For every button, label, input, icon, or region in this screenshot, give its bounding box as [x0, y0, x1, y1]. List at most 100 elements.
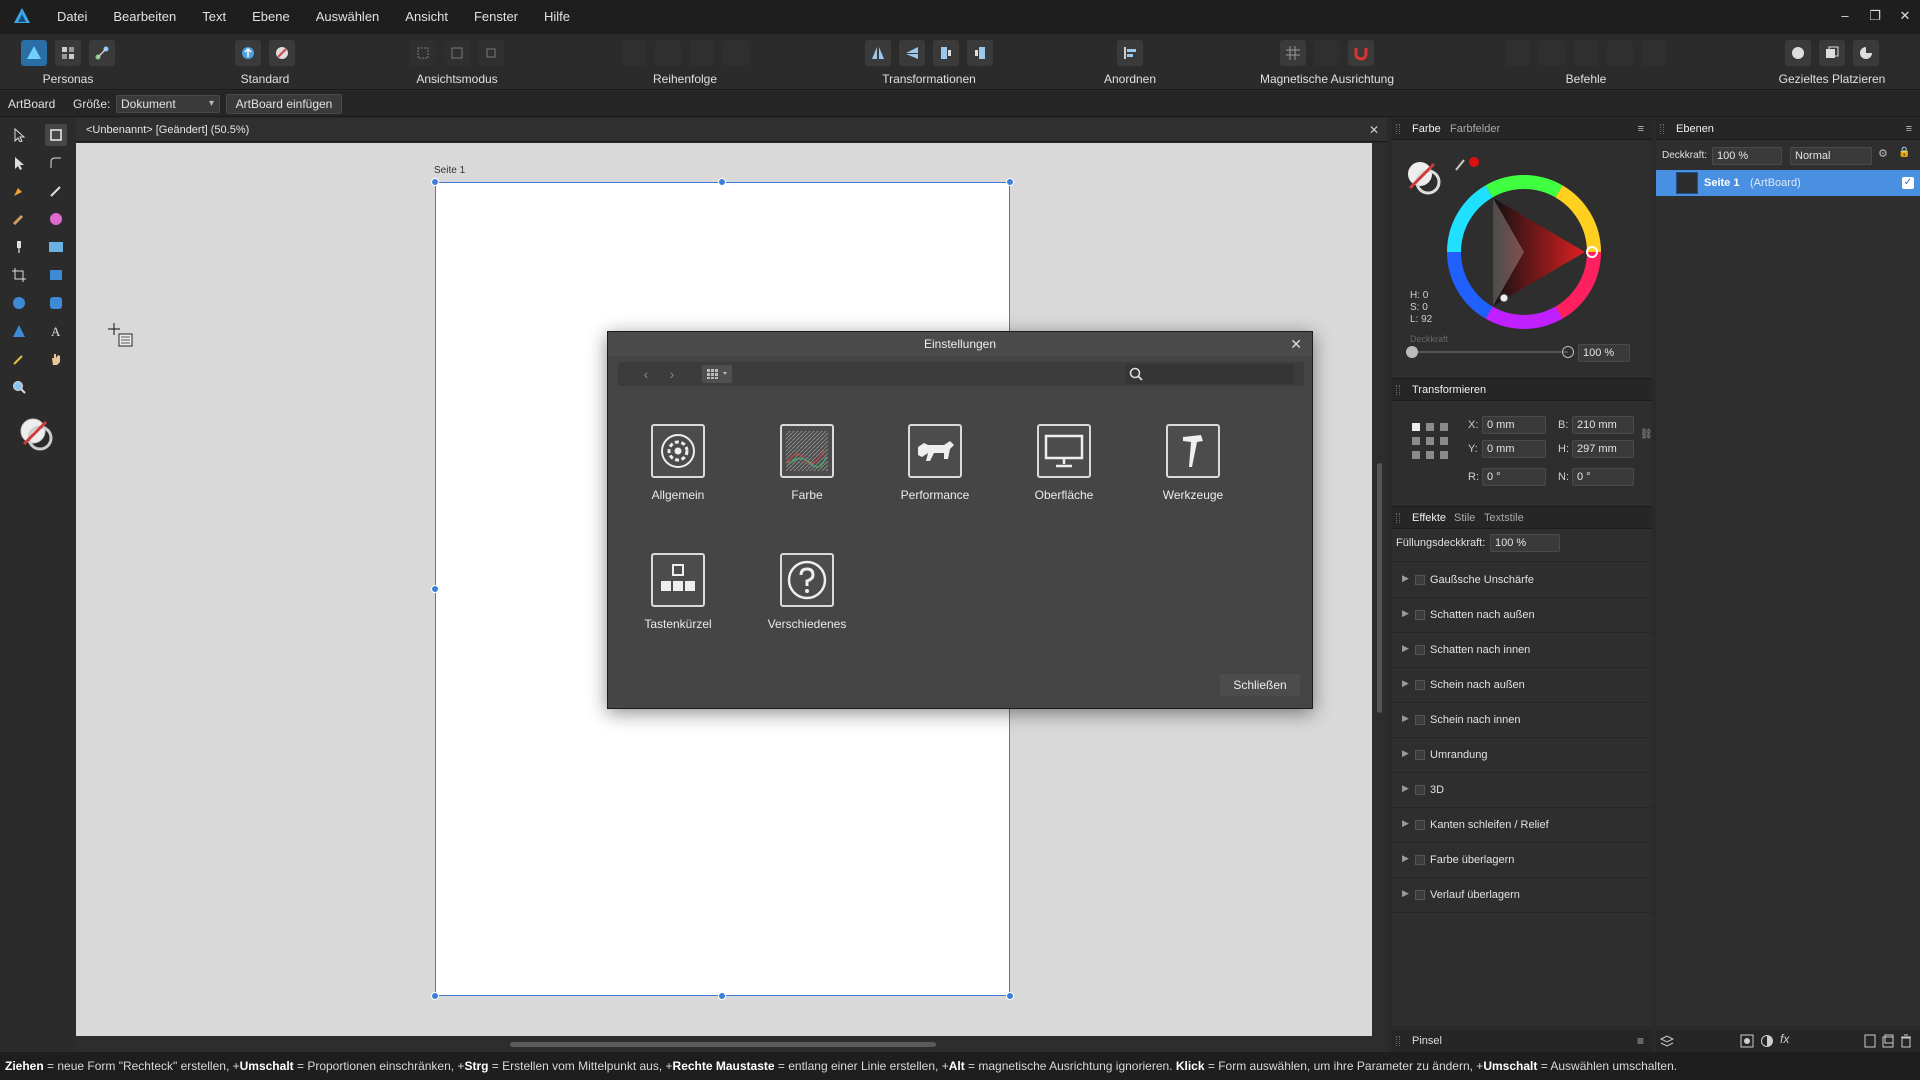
pref-verschiedenes[interactable]: Verschiedenes	[757, 553, 857, 631]
dialog-close-icon[interactable]: ✕	[1290, 332, 1302, 356]
tab-farbe[interactable]: Farbe	[1412, 118, 1441, 140]
selection-handle[interactable]	[431, 178, 439, 186]
selection-handle[interactable]	[431, 992, 439, 1000]
paint-brush-tool-icon[interactable]	[8, 236, 30, 258]
menu-hilfe[interactable]: Hilfe	[544, 0, 570, 34]
panel-menu-icon[interactable]: ≡	[1638, 118, 1644, 140]
rotate-left-icon[interactable]	[933, 40, 959, 66]
tab-stile[interactable]: Stile	[1454, 507, 1475, 529]
hand-tool-icon[interactable]	[45, 348, 67, 370]
dialog-close-button[interactable]: Schließen	[1220, 674, 1300, 696]
selection-handle[interactable]	[1006, 992, 1014, 1000]
menu-text[interactable]: Text	[202, 0, 226, 34]
rotation-field[interactable]: 0 °	[1482, 468, 1546, 486]
align-icon[interactable]	[1117, 40, 1143, 66]
h-field[interactable]: 297 mm	[1572, 440, 1634, 458]
rounded-rectangle-tool-icon[interactable]	[45, 292, 67, 314]
move-tool-icon[interactable]	[8, 124, 30, 146]
mask-icon[interactable]	[1740, 1034, 1754, 1048]
effect-row[interactable]: ▶ Verlauf überlagern	[1392, 878, 1652, 913]
fill-opacity-field[interactable]: 100 %	[1490, 534, 1560, 552]
order-icon[interactable]	[621, 40, 647, 66]
snapping-grid-icon[interactable]	[1280, 40, 1306, 66]
view-mode-icon[interactable]	[444, 40, 470, 66]
designer-persona-icon[interactable]	[21, 40, 47, 66]
window-close-button[interactable]: ✕	[1890, 0, 1920, 34]
boolean-icon[interactable]	[1539, 40, 1565, 66]
order-icon[interactable]	[723, 40, 749, 66]
pref-performance[interactable]: Performance	[885, 424, 985, 502]
anchor-selector-icon[interactable]	[1410, 421, 1450, 461]
pref-werkzeuge[interactable]: Werkzeuge	[1143, 424, 1243, 502]
pref-allgemein[interactable]: Allgemein	[628, 424, 728, 502]
place-image-tool-icon[interactable]	[45, 236, 67, 258]
tab-pinsel[interactable]: Pinsel	[1412, 1030, 1442, 1052]
x-field[interactable]: 0 mm	[1482, 416, 1546, 434]
document-tab[interactable]: <Unbenannt> [Geändert] (50.5%) ✕	[76, 118, 1387, 142]
effect-checkbox[interactable]	[1415, 820, 1425, 830]
effect-row[interactable]: ▶ Schatten nach innen	[1392, 633, 1652, 668]
effect-row[interactable]: ▶ Schein nach außen	[1392, 668, 1652, 703]
layer-visibility-checkbox[interactable]: ✓	[1902, 177, 1914, 189]
view-mode-icon[interactable]	[478, 40, 504, 66]
effect-row[interactable]: ▶ Schatten nach außen	[1392, 598, 1652, 633]
magnet-icon[interactable]	[1348, 40, 1374, 66]
effect-checkbox[interactable]	[1415, 750, 1425, 760]
panel-menu-icon[interactable]: ≡	[1637, 1030, 1644, 1052]
layer-stack-icon[interactable]	[1660, 1034, 1674, 1048]
pencil-tool-icon[interactable]	[45, 180, 67, 202]
text-tool-icon[interactable]: A	[45, 320, 67, 342]
menu-ebene[interactable]: Ebene	[252, 0, 290, 34]
effect-checkbox[interactable]	[1415, 680, 1425, 690]
color-swatch-icon[interactable]	[18, 416, 54, 452]
insert-icon[interactable]	[1853, 40, 1879, 66]
effect-checkbox[interactable]	[1415, 610, 1425, 620]
selection-handle[interactable]	[718, 992, 726, 1000]
shear-field[interactable]: 0 °	[1572, 468, 1634, 486]
artboard-tool-icon[interactable]	[45, 124, 67, 146]
effect-checkbox[interactable]	[1415, 890, 1425, 900]
selection-handle[interactable]	[431, 585, 439, 593]
effect-row[interactable]: ▶ Farbe überlagern	[1392, 843, 1652, 878]
node-tool-icon[interactable]	[8, 152, 30, 174]
document-close-button[interactable]: ✕	[1369, 118, 1379, 142]
back-icon[interactable]: ‹	[636, 364, 656, 384]
opacity-field[interactable]: 100 %	[1578, 344, 1630, 362]
ellipse-tool-icon[interactable]	[8, 292, 30, 314]
forward-icon[interactable]: ›	[662, 364, 682, 384]
pen-tool-icon[interactable]	[8, 180, 30, 202]
effect-checkbox[interactable]	[1415, 715, 1425, 725]
search-input[interactable]	[1150, 365, 1290, 383]
view-mode-icon[interactable]	[410, 40, 436, 66]
triangle-tool-icon[interactable]	[8, 320, 30, 342]
effect-row[interactable]: ▶ Schein nach innen	[1392, 703, 1652, 738]
gear-icon[interactable]: ⚙	[1878, 147, 1888, 160]
menu-fenster[interactable]: Fenster	[474, 0, 518, 34]
effect-checkbox[interactable]	[1415, 645, 1425, 655]
size-select[interactable]: Dokument	[116, 95, 220, 113]
layer-opacity-field[interactable]: 100 %	[1712, 147, 1782, 165]
pref-oberflaeche[interactable]: Oberfläche	[1014, 424, 1114, 502]
insert-icon[interactable]	[1785, 40, 1811, 66]
horizontal-scroll-thumb[interactable]	[510, 1042, 936, 1047]
effect-row[interactable]: ▶ Umrandung	[1392, 738, 1652, 773]
vector-brush-tool-icon[interactable]	[8, 208, 30, 230]
menu-bearbeiten[interactable]: Bearbeiten	[113, 0, 176, 34]
boolean-icon[interactable]	[1641, 40, 1667, 66]
tab-textstile[interactable]: Textstile	[1484, 507, 1524, 529]
flip-vertical-icon[interactable]	[899, 40, 925, 66]
boolean-icon[interactable]	[1573, 40, 1599, 66]
boolean-icon[interactable]	[1607, 40, 1633, 66]
panel-menu-icon[interactable]: ≡	[1906, 118, 1912, 140]
brush-panel-header[interactable]: Pinsel ≡	[1392, 1030, 1652, 1052]
corner-tool-icon[interactable]	[45, 152, 67, 174]
fill-stroke-swatch-icon[interactable]	[1404, 158, 1444, 198]
rectangle-tool-icon[interactable]	[45, 264, 67, 286]
insert-artboard-button[interactable]: ArtBoard einfügen	[226, 94, 342, 114]
share-icon[interactable]	[235, 40, 261, 66]
blend-mode-select[interactable]: Normal	[1790, 147, 1872, 165]
opacity-slider[interactable]	[1406, 346, 1574, 358]
link-icon[interactable]: ⛓	[1640, 429, 1653, 440]
selection-handle[interactable]	[1006, 178, 1014, 186]
pref-tastenkuerzel[interactable]: Tastenkürzel	[628, 553, 728, 631]
